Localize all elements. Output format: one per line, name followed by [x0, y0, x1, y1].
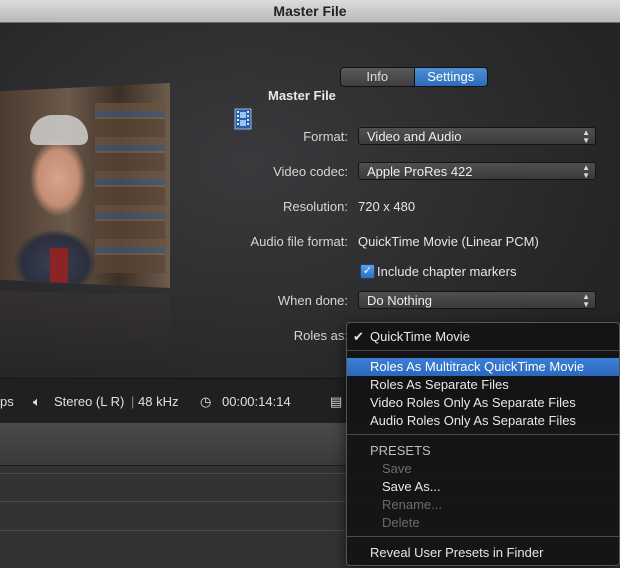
- preview-hair: [30, 115, 88, 145]
- popup-arrows-icon: ▲ ▼: [582, 128, 590, 145]
- menu-separator: [347, 434, 619, 435]
- checkmark-icon: ✔: [353, 329, 364, 344]
- resolution-label: Resolution:: [282, 199, 348, 214]
- menu-separator: [347, 350, 619, 351]
- header-title: Master File: [268, 88, 336, 103]
- presets-header: PRESETS: [370, 443, 431, 458]
- preview-tie: [50, 248, 68, 288]
- audio-format-value: QuickTime Movie (Linear PCM): [358, 234, 539, 249]
- video-codec-value: Apple ProRes 422: [367, 164, 473, 179]
- window-title: Master File: [273, 3, 347, 19]
- menu-separator: [347, 536, 619, 537]
- when-done-popup[interactable]: Do Nothing ▲ ▼: [358, 291, 596, 309]
- sample-rate: 48 kHz: [138, 394, 179, 409]
- menu-item-quicktime-movie[interactable]: ✔ QuickTime Movie: [347, 328, 619, 346]
- document-icon: ▤: [330, 394, 343, 409]
- chapter-markers-label[interactable]: Include chapter markers: [377, 264, 516, 279]
- resolution-value: 720 x 480: [358, 199, 416, 214]
- menu-item-reveal-presets[interactable]: Reveal User Presets in Finder: [347, 544, 619, 562]
- clock-icon: ◷: [200, 394, 212, 409]
- menu-item-multitrack[interactable]: Roles As Multitrack QuickTime Movie: [347, 358, 619, 376]
- audio-format-label: Audio file format:: [250, 234, 348, 249]
- status-fragment: ps: [0, 394, 14, 409]
- video-codec-label: Video codec:: [273, 164, 348, 179]
- video-preview: [0, 83, 175, 383]
- film-file-icon: [234, 108, 252, 130]
- preview-image: [0, 83, 170, 288]
- info-settings-tabs: Info Settings: [340, 67, 488, 87]
- menu-item-rename: Rename...: [382, 497, 442, 512]
- menu-item-save: Save: [382, 461, 412, 476]
- roles-as-label: Roles as:: [293, 328, 348, 343]
- roles-as-menu: ✔ QuickTime Movie Roles As Multitrack Qu…: [346, 322, 620, 566]
- when-done-label: When done:: [277, 293, 348, 308]
- popup-arrows-icon: ▲ ▼: [582, 163, 590, 180]
- format-value: Video and Audio: [367, 129, 462, 144]
- menu-item-delete: Delete: [382, 515, 420, 530]
- preview-bookshelf: [95, 103, 165, 273]
- preview-reflection: [0, 291, 170, 381]
- divider: |: [131, 394, 135, 409]
- when-done-value: Do Nothing: [367, 293, 433, 308]
- menu-item-audio-roles[interactable]: Audio Roles Only As Separate Files: [347, 412, 619, 430]
- chapter-markers-checkbox[interactable]: ✓: [360, 264, 375, 279]
- popup-arrows-icon: ▲ ▼: [582, 292, 590, 309]
- format-label: Format:: [303, 129, 348, 144]
- video-codec-popup[interactable]: Apple ProRes 422 ▲ ▼: [358, 162, 596, 180]
- menu-item-save-as[interactable]: Save As...: [347, 478, 619, 496]
- speaker-icon: 🔈︎: [33, 394, 41, 409]
- audio-channels: Stereo (L R): [54, 394, 125, 409]
- menu-item-video-roles[interactable]: Video Roles Only As Separate Files: [347, 394, 619, 412]
- menu-item-separate-files[interactable]: Roles As Separate Files: [347, 376, 619, 394]
- window-titlebar: Master File: [0, 0, 620, 23]
- tab-info[interactable]: Info: [341, 68, 415, 86]
- tab-settings[interactable]: Settings: [414, 68, 487, 86]
- duration: 00:00:14:14: [222, 394, 291, 409]
- format-popup[interactable]: Video and Audio ▲ ▼: [358, 127, 596, 145]
- menu-item-label: QuickTime Movie: [370, 329, 470, 344]
